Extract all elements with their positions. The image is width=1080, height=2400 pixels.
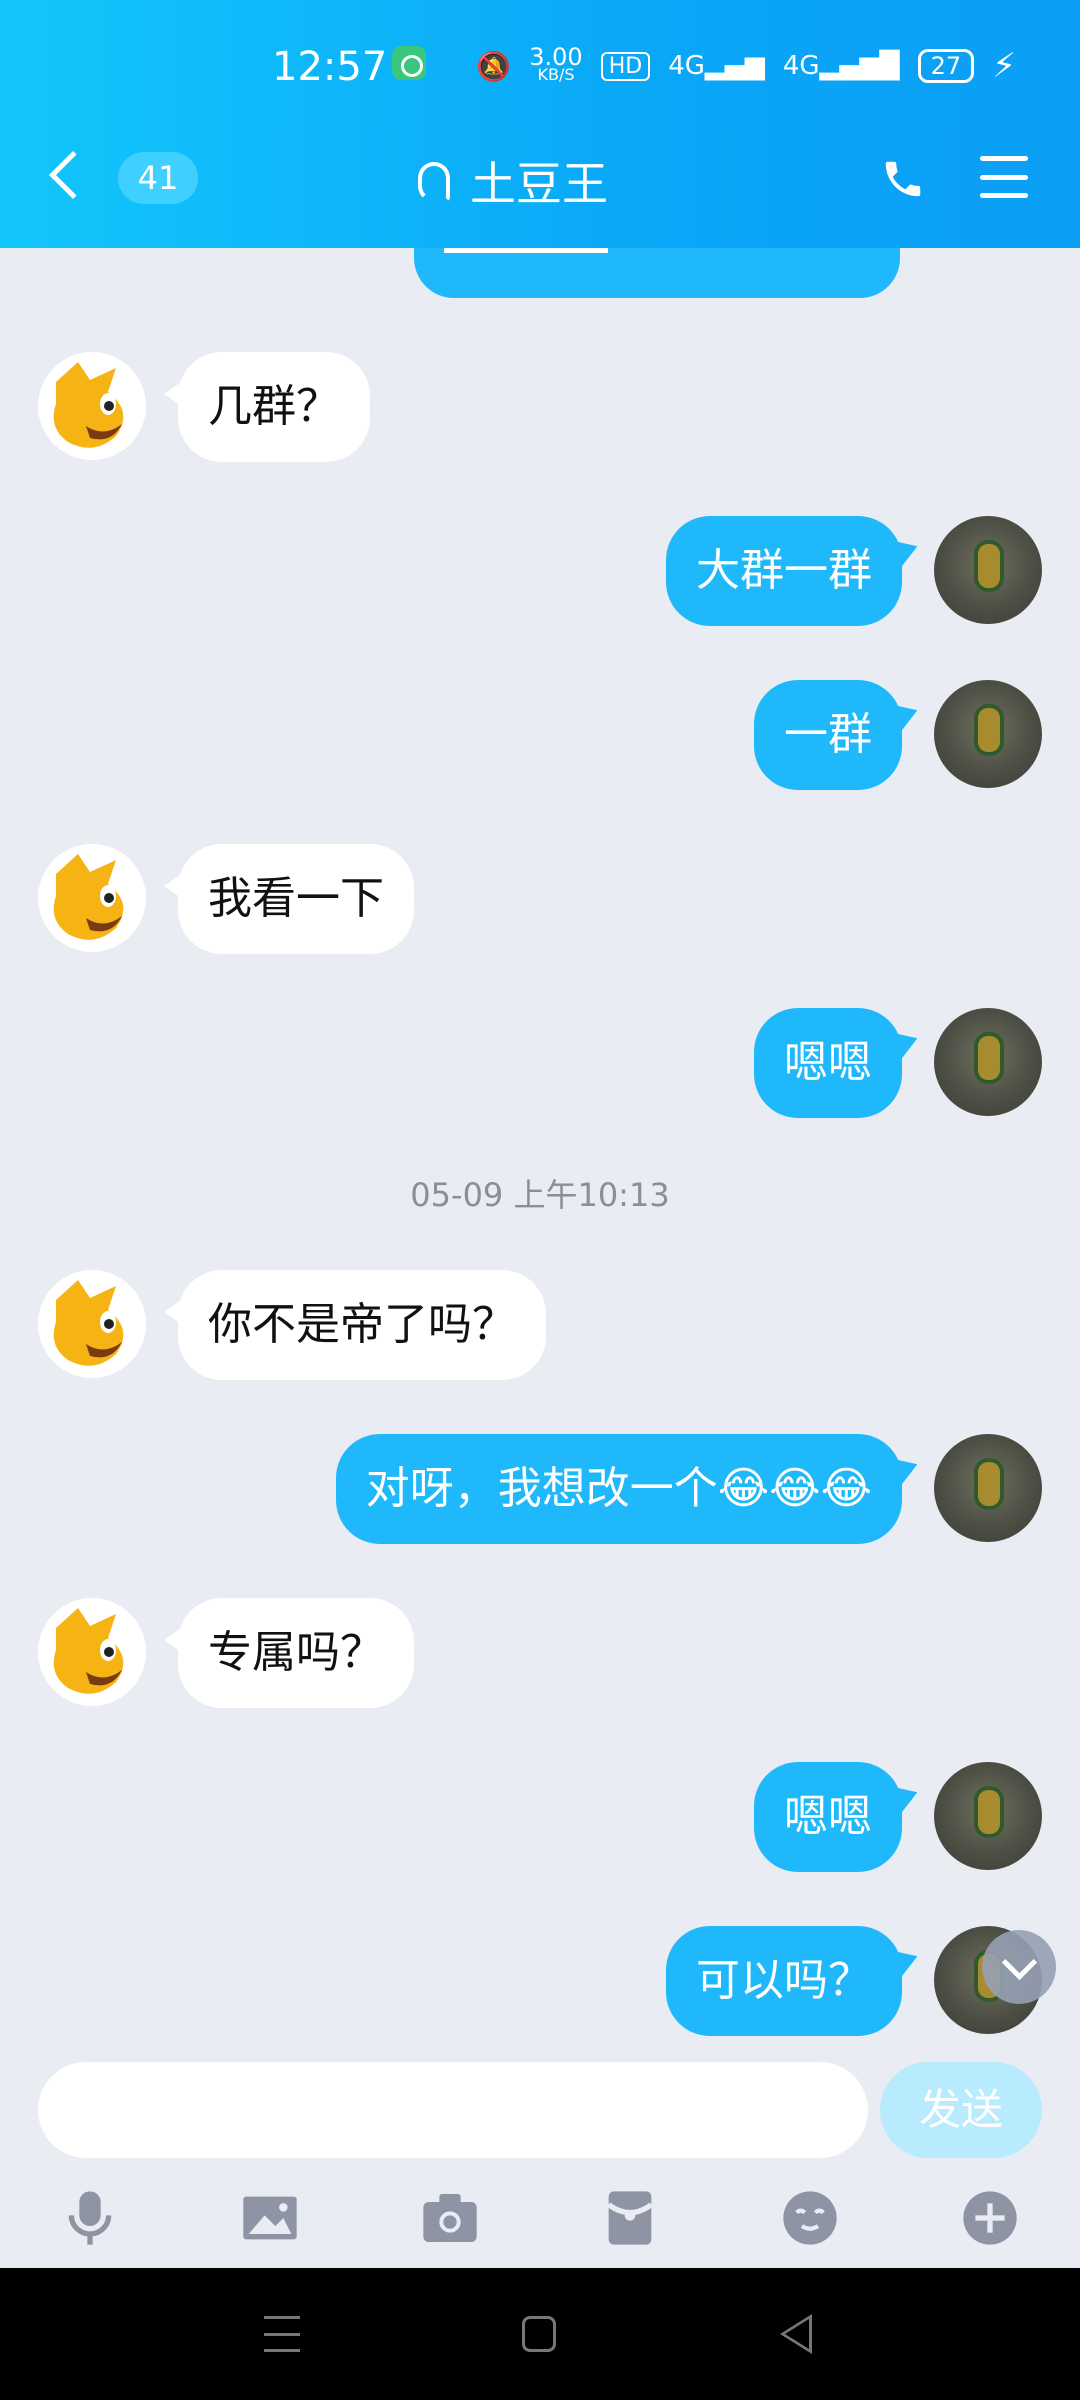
- my-avatar[interactable]: [934, 516, 1042, 624]
- red-packet-icon[interactable]: [598, 2186, 662, 2250]
- menu-line: [980, 156, 1028, 161]
- chat-header: 12:57 🔕 3.00 KB/S HD 4G▂▄▆ 4G▂▄▆█ 27 ⚡ 4…: [0, 0, 1080, 248]
- hd-icon: HD: [600, 51, 651, 81]
- menu-line: [980, 193, 1028, 198]
- status-right: 🔕 3.00 KB/S HD 4G▂▄▆ 4G▂▄▆█ 27 ⚡: [476, 43, 1016, 86]
- message-row: 可以吗？: [0, 1926, 1080, 2036]
- contact-avatar[interactable]: [38, 352, 146, 460]
- message-timestamp: 05-09 上午10:13: [410, 1176, 670, 1214]
- mute-icon: 🔕: [476, 49, 512, 83]
- fox-avatar-icon: [53, 854, 124, 940]
- fox-avatar-icon: [53, 1280, 124, 1366]
- emoji-icon[interactable]: [778, 2186, 842, 2250]
- app-notification-icon: [392, 46, 426, 80]
- unread-badge[interactable]: 41: [118, 152, 198, 204]
- image-icon[interactable]: [238, 2186, 302, 2250]
- system-nav-bar: [0, 2268, 1080, 2400]
- net-speed: 3.00 KB/S: [529, 43, 583, 84]
- title-bar: 41 土豆王: [0, 140, 1080, 220]
- plus-icon[interactable]: [958, 2186, 1022, 2250]
- message-row: 嗯嗯: [0, 1762, 1080, 1872]
- chevron-down-icon[interactable]: [982, 1930, 1056, 2004]
- my-avatar[interactable]: [934, 680, 1042, 788]
- message-row: 大群一群: [0, 516, 1080, 626]
- ear-icon: [418, 162, 450, 202]
- send-button[interactable]: 发送: [880, 2062, 1042, 2158]
- chat-title[interactable]: 土豆王: [470, 148, 608, 214]
- status-time: 12:57: [272, 44, 388, 90]
- contact-avatar[interactable]: [38, 1270, 146, 1378]
- camera-icon[interactable]: [418, 2186, 482, 2250]
- battery-icon: 27: [917, 49, 975, 83]
- outgoing-message[interactable]: 可以吗？: [666, 1926, 902, 2036]
- home-button[interactable]: [522, 2316, 556, 2352]
- message-row: 几群？: [0, 352, 1080, 462]
- message-row: 一群: [0, 680, 1080, 790]
- mic-icon[interactable]: [58, 2186, 122, 2250]
- status-bar: 12:57 🔕 3.00 KB/S HD 4G▂▄▆ 4G▂▄▆█ 27 ⚡: [0, 40, 1080, 96]
- signal-label-2: 4G: [782, 51, 820, 81]
- nav-menu-line: [264, 2332, 300, 2336]
- input-toolbar: [0, 2176, 1080, 2268]
- my-avatar[interactable]: [934, 1762, 1042, 1870]
- my-avatar[interactable]: [934, 1434, 1042, 1542]
- outgoing-message[interactable]: 一群: [754, 680, 902, 790]
- outgoing-message[interactable]: 对呀，我想改一个😂😂😂: [335, 1434, 902, 1544]
- previous-message-bubble: [414, 248, 900, 298]
- fox-avatar-icon: [53, 362, 124, 448]
- system-back-button[interactable]: [780, 2314, 812, 2354]
- message-input[interactable]: [38, 2062, 868, 2158]
- message-row: 我看一下: [0, 844, 1080, 954]
- my-avatar[interactable]: [934, 1008, 1042, 1116]
- signal-icon-2: 4G▂▄▆█: [782, 51, 900, 81]
- signal-icon-1: 4G▂▄▆: [668, 51, 765, 81]
- incoming-message[interactable]: 几群？: [164, 352, 370, 462]
- message-row: 对呀，我想改一个😂😂😂: [0, 1434, 1080, 1544]
- net-speed-value: 3.00: [529, 43, 583, 71]
- charging-icon: ⚡: [992, 46, 1016, 86]
- nav-menu-line: [264, 2316, 300, 2319]
- message-row: 你不是帝了吗？: [0, 1270, 1080, 1380]
- fox-avatar-icon: [53, 1608, 124, 1694]
- chat-area[interactable]: 几群？ 大群一群 一群 我看一下 嗯嗯 05-09 上午10:13 你不是帝了吗…: [0, 248, 1080, 2058]
- phone-icon[interactable]: [880, 156, 926, 202]
- message-row: 嗯嗯: [0, 1008, 1080, 1118]
- nav-menu-line: [264, 2349, 300, 2352]
- message-row: 专属吗？: [0, 1598, 1080, 1708]
- back-icon[interactable]: [48, 150, 98, 200]
- recent-apps-button[interactable]: [264, 2316, 300, 2352]
- menu-line: [980, 174, 1028, 180]
- incoming-message[interactable]: 专属吗？: [164, 1598, 414, 1708]
- signal-label-1: 4G: [668, 51, 705, 81]
- outgoing-message[interactable]: 嗯嗯: [754, 1008, 902, 1118]
- net-speed-unit: KB/S: [537, 65, 575, 84]
- outgoing-message[interactable]: 嗯嗯: [754, 1762, 902, 1872]
- menu-icon[interactable]: [980, 156, 1028, 198]
- contact-avatar[interactable]: [38, 1598, 146, 1706]
- incoming-message[interactable]: 我看一下: [164, 844, 414, 954]
- outgoing-message[interactable]: 大群一群: [666, 516, 902, 626]
- input-area: 发送: [0, 2058, 1080, 2268]
- contact-avatar[interactable]: [38, 844, 146, 952]
- incoming-message[interactable]: 你不是帝了吗？: [164, 1270, 546, 1380]
